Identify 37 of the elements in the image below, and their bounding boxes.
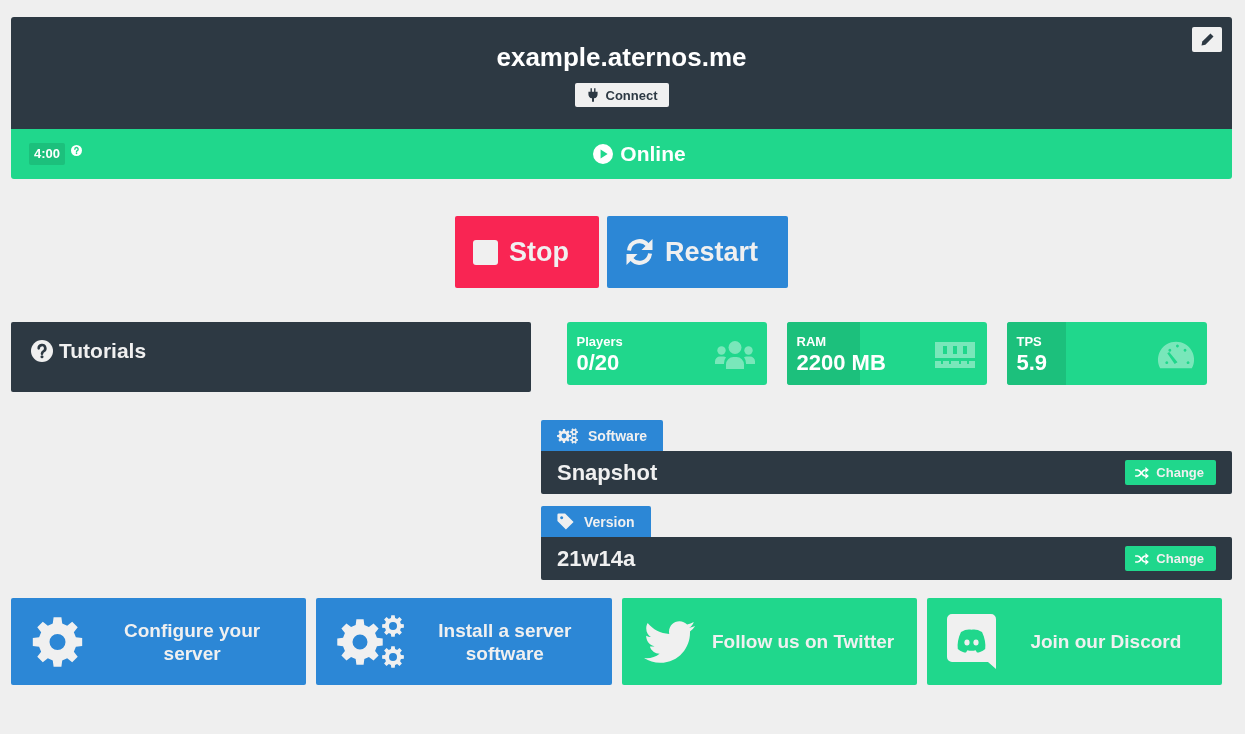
tutorials-panel[interactable]: Tutorials: [11, 322, 531, 392]
refresh-icon: [624, 238, 654, 266]
edit-button[interactable]: [1192, 27, 1222, 52]
pencil-icon: [1200, 33, 1214, 46]
shuffle-icon: [1135, 466, 1150, 479]
restart-button[interactable]: Restart: [606, 216, 788, 288]
stat-label: TPS: [1016, 333, 1043, 350]
stat-label: RAM: [796, 333, 828, 350]
section-title: Version: [584, 513, 635, 530]
stat-value: 5.9: [1016, 349, 1048, 376]
panel-title: Tutorials: [59, 339, 147, 363]
gears-icon: [557, 427, 578, 444]
tag-icon: [557, 513, 574, 530]
status-label: Online: [620, 142, 686, 166]
gauge-icon: [1156, 340, 1195, 369]
help-icon: [31, 340, 53, 362]
memory-icon: [934, 341, 975, 368]
stop-icon: [472, 239, 498, 265]
stat-value: 0/20: [576, 349, 621, 376]
setting-value: Snapshot: [557, 459, 658, 486]
play-icon: [593, 144, 614, 164]
configure-link[interactable]: Configure your server: [11, 598, 307, 685]
gears-icon: [336, 614, 405, 669]
countdown-timer: 4:00: [29, 143, 66, 165]
plug-icon: [587, 88, 598, 102]
setting-value: 21w14a: [557, 545, 636, 572]
server-address: example.aternos.me: [496, 42, 747, 72]
stat-value: 2200 MB: [796, 349, 886, 376]
section-title: Software: [588, 427, 648, 444]
install-link[interactable]: Install a server software: [316, 598, 612, 685]
stop-button[interactable]: Stop: [454, 216, 599, 288]
connect-button[interactable]: Connect: [574, 83, 669, 107]
users-icon: [714, 340, 755, 369]
discord-icon: [946, 614, 996, 669]
stat-label: Players: [576, 333, 623, 350]
gear-icon: [31, 615, 84, 668]
shuffle-icon: [1135, 552, 1150, 565]
